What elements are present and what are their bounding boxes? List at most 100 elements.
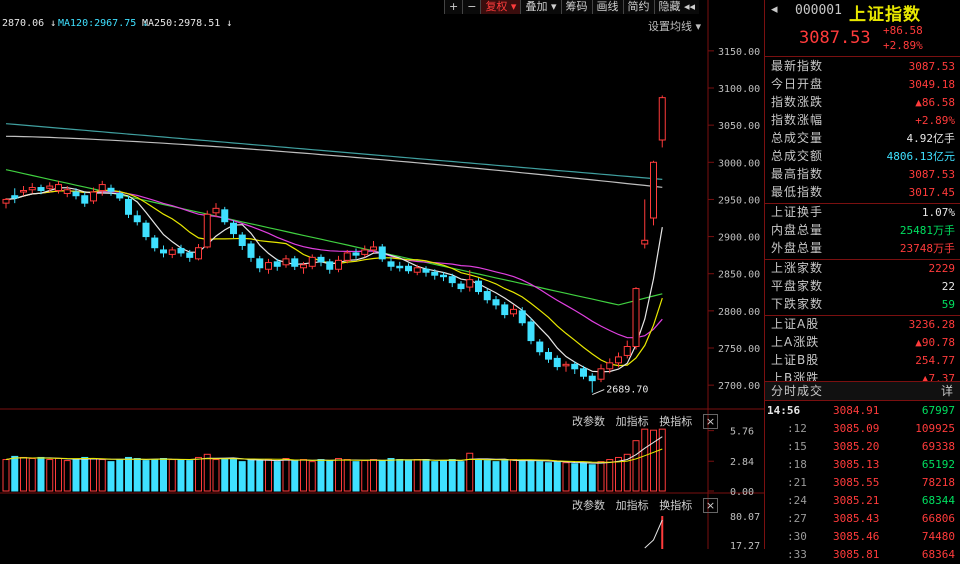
volume-axis-label: 5.76 (730, 427, 754, 438)
stat-row: 平盘家数 22 (771, 278, 955, 295)
volume-bar (431, 461, 439, 492)
trade-time: :18 (787, 458, 807, 471)
trade-row: :18 3085.13 65192 (765, 456, 960, 474)
stat-row: 上涨家数 2229 (771, 260, 955, 277)
switch-indicator-button[interactable]: 换指标 (659, 499, 692, 512)
toolbar-item-5[interactable]: 画线 (591, 0, 623, 14)
volume-bar (606, 459, 614, 492)
volume-bar (177, 459, 185, 492)
volume-bar (527, 460, 535, 492)
stat-label: 外盘总量 (771, 241, 824, 255)
candle-body (597, 368, 605, 380)
candle-body (466, 279, 474, 288)
candle-body (580, 368, 587, 377)
price-change: +86.58 (883, 24, 923, 37)
volume-bar (387, 458, 395, 492)
trade-row: :27 3085.43 66806 (765, 510, 960, 528)
price-axis-label: 3000.00 (718, 158, 760, 169)
volume-bar (300, 459, 307, 492)
close-icon[interactable]: × (702, 498, 719, 513)
stat-value: 3236.28 (908, 318, 955, 331)
ma-settings-button[interactable]: 设置均线 ▾ (648, 18, 701, 34)
trade-time: :27 (787, 512, 807, 525)
stat-value: ▲90.78 (915, 336, 955, 349)
stat-value: 3017.45 (908, 186, 955, 199)
edit-params-button[interactable]: 改参数 (572, 415, 605, 428)
nav-left-icon[interactable]: ◂ (771, 2, 785, 18)
candle-body (352, 252, 360, 256)
candle-body (475, 280, 482, 293)
volume-bar (20, 456, 27, 492)
add-indicator-button[interactable]: 加指标 (616, 499, 649, 512)
candle-body (361, 249, 369, 255)
toolbar-item-6[interactable]: 简约 (622, 0, 654, 14)
volume-bar (212, 459, 220, 492)
trade-price: 3085.46 (833, 530, 880, 543)
ma5-line (5, 187, 663, 373)
price-axis-label: 2700.00 (718, 381, 760, 392)
price-change-pct: +2.89% (883, 39, 923, 52)
volume-bar (588, 464, 596, 492)
candle-body (81, 195, 89, 204)
stat-label: 下跌家数 (771, 297, 824, 311)
volume-bar (238, 461, 246, 492)
candle-body (553, 357, 561, 368)
volume-bar (405, 460, 412, 492)
candle-body (63, 189, 71, 194)
trade-volume: 66806 (921, 512, 955, 525)
low-marker-label: 2689.70 (606, 385, 648, 396)
toolbar-item-4[interactable]: 筹码 (560, 0, 592, 14)
kline-chart[interactable]: 3150.00 3100.00 3050.00 3000.00 2950.00 2900.… (0, 0, 764, 549)
edit-params-button[interactable]: 改参数 (572, 499, 605, 512)
stat-label: 平盘家数 (771, 279, 824, 293)
stat-row: 最低指数 3017.45 (771, 184, 955, 201)
volume-bar (650, 429, 657, 492)
indicator-pane-toolbar: 改参数 加指标 换指标 × (572, 497, 719, 513)
volume-bar (28, 458, 36, 492)
candle-body (256, 258, 264, 269)
trades-header: 分时成交 详 (765, 381, 960, 401)
volume-bar (308, 461, 316, 492)
stat-row: 今日开盘 3049.18 (771, 76, 955, 93)
volume-bar (282, 458, 290, 492)
volume-axis-label: 2.84 (730, 457, 754, 468)
candle-body (501, 304, 509, 316)
stat-row: 下跌家数 59 (771, 296, 955, 313)
stat-value: +2.89% (915, 114, 955, 127)
toolbar-item-7[interactable]: 隐藏 ◂◂ (653, 0, 700, 14)
candle-body (326, 261, 334, 270)
trade-price: 3085.55 (833, 476, 880, 489)
stat-row: 总成交额 4806.13亿元 (771, 148, 955, 165)
stat-label: 最高指数 (771, 167, 824, 181)
candle-body (125, 198, 132, 215)
trades-detail-button[interactable]: 详 (941, 382, 953, 400)
candle-body (247, 243, 255, 258)
trade-price: 3085.21 (833, 494, 880, 507)
trade-price: 3085.13 (833, 458, 880, 471)
volume-bar (448, 459, 456, 492)
add-indicator-button[interactable]: 加指标 (616, 415, 649, 428)
volume-pane-toolbar: 改参数 加指标 换指标 × (572, 413, 719, 429)
stat-value: 3087.53 (908, 168, 955, 181)
close-icon[interactable]: × (702, 414, 719, 429)
candle-body (457, 283, 465, 290)
trade-row: :12 3085.09 109925 (765, 420, 960, 438)
candle-body (492, 299, 500, 306)
toolbar-item-0[interactable]: + (444, 0, 463, 14)
volume-bar (125, 456, 132, 492)
toolbar-item-3[interactable]: 叠加 ▾ (520, 0, 561, 14)
trade-row: :30 3085.46 74480 (765, 528, 960, 546)
stat-value: 254.77 (915, 354, 955, 367)
low-marker-line (592, 389, 605, 396)
switch-indicator-button[interactable]: 换指标 (659, 415, 692, 428)
toolbar-item-2[interactable]: 复权 ▾ (480, 0, 521, 14)
volume-bar (641, 428, 649, 492)
toolbar-item-1[interactable]: − (462, 0, 481, 14)
ma120-value: MA120:2967.75 ↓ (58, 18, 149, 29)
candle-body (308, 256, 316, 267)
volume-bar (580, 462, 587, 492)
volume-bar (352, 461, 360, 492)
indicator-axis-label: 80.07 (730, 512, 760, 523)
indicator-line (644, 519, 663, 549)
stat-value: 3087.53 (908, 60, 955, 73)
